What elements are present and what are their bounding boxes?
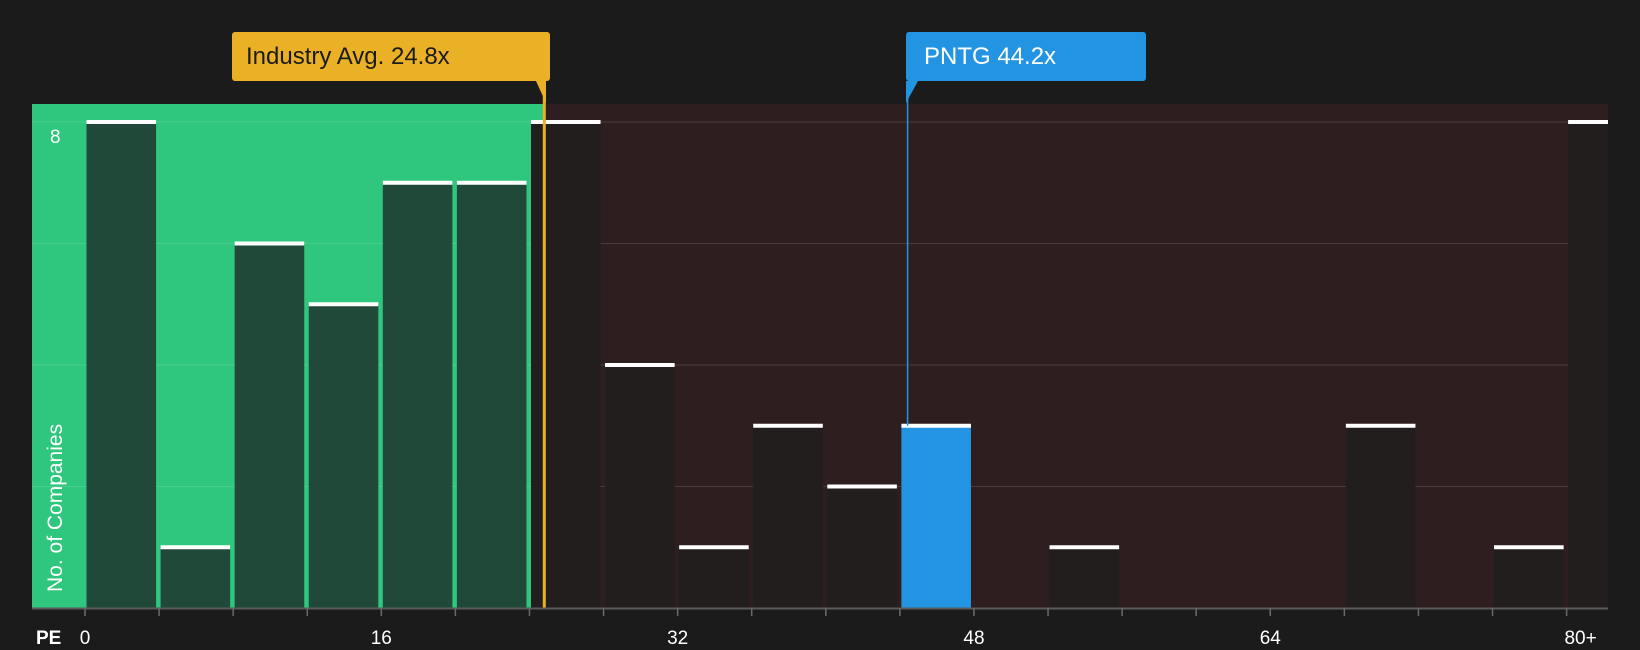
histogram-bar [827,486,897,608]
x-axis-label: PE [36,628,61,649]
bar-cap [1049,545,1120,550]
bar-cap [1568,120,1608,124]
histogram-bar [753,425,823,608]
x-tick-label: 80+ [1564,628,1596,649]
histogram-bar [382,182,453,608]
x-ticks [84,608,1568,616]
histogram-bar [308,304,379,608]
histogram-bar [530,122,601,608]
histogram-bar [160,547,231,608]
y-tick-label: 8 [50,127,61,148]
bar-cap [456,180,527,185]
x-tick-label: 32 [667,628,688,649]
company-callout-pointer [906,81,918,103]
x-tick-label: 48 [963,628,984,649]
histogram-bar [605,365,675,608]
pe-distribution-chart: 0 16 32 48 64 80+ PE 8 No. of Companies [32,92,1608,649]
histogram-bar [234,243,305,608]
bar-cap [308,302,379,307]
y-axis-label: No. of Companies [44,424,67,592]
bar-cap [86,120,157,124]
histogram-bar [86,122,157,608]
histogram-bar [901,425,971,608]
above-average-region [544,104,1608,608]
histogram-bar [1568,122,1608,608]
x-tick-label: 16 [371,628,392,649]
histogram-bar [1345,425,1416,608]
x-tick-label: 0 [80,628,91,649]
industry-callout-pointer [536,81,546,103]
bar-cap [234,241,305,246]
bar-cap [530,120,601,124]
bar-cap [160,545,231,550]
histogram-bar [1494,547,1564,608]
bar-cap [679,545,749,550]
bar-cap [1494,545,1564,550]
bar-cap [605,363,675,367]
x-tick-label: 64 [1260,628,1282,649]
company-pe-callout: PNTG 44.2x [906,32,1146,81]
bar-cap [827,484,897,489]
bar-cap [753,423,823,428]
bar-cap [901,423,971,428]
histogram-bar [679,547,749,608]
histogram-bar [456,182,527,608]
histogram-bar [1049,547,1120,608]
bar-cap [1345,423,1416,428]
x-tick-labels: 0 16 32 48 64 80+ [80,628,1597,649]
bar-cap [382,180,453,185]
industry-average-callout: Industry Avg. 24.8x [232,32,550,81]
